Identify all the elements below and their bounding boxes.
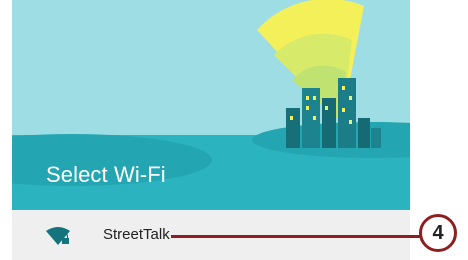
- wifi-setup-screen: Select Wi-Fi StreetTalk: [12, 0, 410, 260]
- header-banner: Select Wi-Fi: [12, 0, 410, 210]
- network-ssid-label: StreetTalk: [103, 226, 170, 243]
- page-title: Select Wi-Fi: [46, 162, 166, 187]
- wifi-lock-icon: [46, 227, 70, 245]
- callout-number-badge: 4: [419, 214, 457, 252]
- callout-line: [171, 235, 420, 238]
